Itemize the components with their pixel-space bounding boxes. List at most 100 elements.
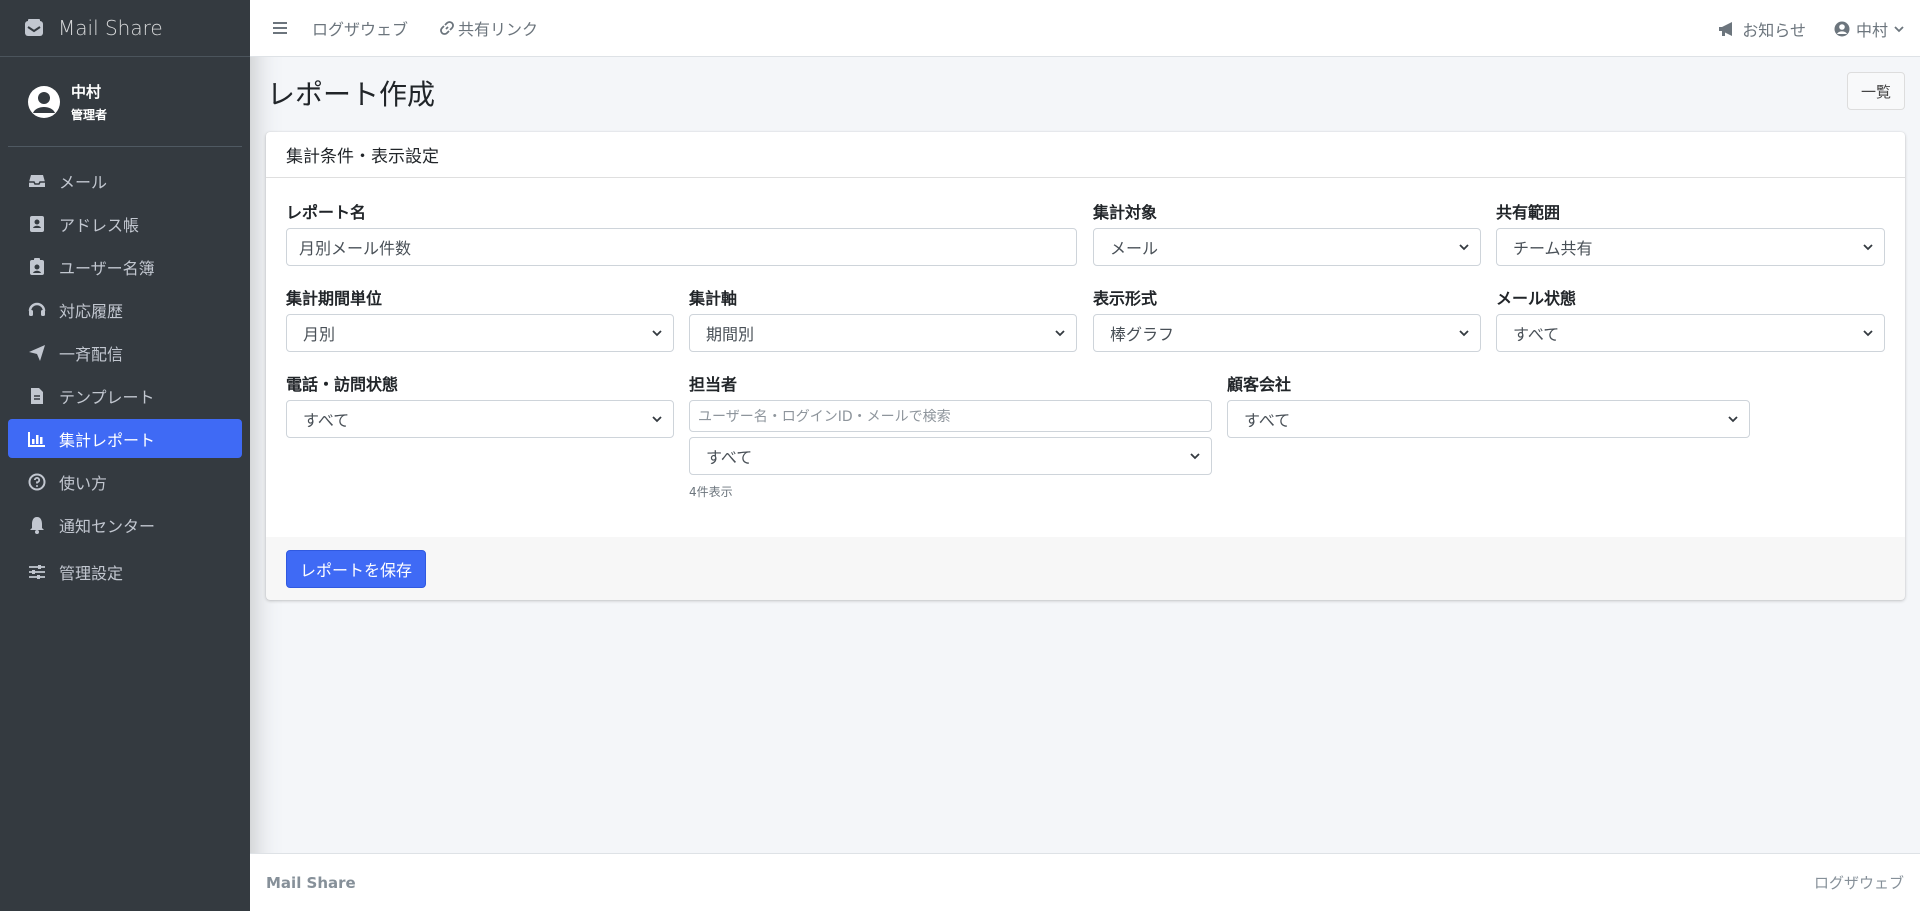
page-footer: Mail Share ログザウェブ — [250, 853, 1920, 911]
list-button[interactable]: 一覧 — [1846, 72, 1905, 110]
sidebar-item-label: ユーザー名簿 — [59, 258, 155, 278]
footer-company-link[interactable]: ログザウェブ — [1814, 872, 1904, 893]
field-report-name: レポート名 月別メール件数 — [286, 199, 1077, 266]
sidebar-item-label: 通知センター — [59, 516, 156, 536]
user-menu[interactable]: 中村 — [1834, 17, 1904, 41]
sidebar-item-user-directory[interactable]: ユーザー名簿 — [8, 247, 242, 286]
inbox-icon — [27, 171, 47, 191]
save-report-button[interactable]: レポートを保存 — [286, 550, 427, 588]
notice-link[interactable]: お知らせ — [1718, 17, 1806, 41]
top-link-logzaweb[interactable]: ログザウェブ — [312, 16, 408, 40]
field-label: 顧客会社 — [1227, 375, 1292, 394]
sidebar-item-broadcast[interactable]: 一斉配信 — [8, 333, 242, 372]
menu-toggle-icon[interactable] — [270, 18, 290, 38]
sliders-icon — [27, 562, 47, 582]
id-badge-icon — [27, 257, 47, 277]
top-link-label: 共有リンク — [458, 20, 539, 39]
chevron-down-icon — [1863, 244, 1873, 251]
field-label: 集計期間単位 — [286, 289, 383, 308]
select-value: すべて — [1244, 411, 1291, 430]
select-value: 月別 — [303, 325, 336, 344]
sidebar-item-notification-center[interactable]: 通知センター — [8, 505, 242, 544]
chevron-down-icon — [1055, 330, 1065, 337]
field-display-format: 表示形式 棒グラフ — [1093, 285, 1481, 352]
field-label: 集計対象 — [1093, 203, 1158, 222]
chevron-down-icon — [1863, 330, 1873, 337]
top-link-shared-links[interactable]: 共有リンク — [440, 16, 538, 40]
sidebar-item-help[interactable]: 使い方 — [8, 462, 242, 501]
chevron-down-icon — [1728, 416, 1738, 423]
question-circle-icon — [27, 472, 47, 492]
sidebar-item-label: アドレス帳 — [59, 215, 140, 235]
select-value: メール — [1110, 239, 1159, 258]
user-name: 中村 — [71, 82, 102, 101]
period-unit-select[interactable]: 月別 — [286, 314, 674, 352]
sidebar-nav: メール アドレス帳 ユーザー名簿 対応履歴 一斉配信 テンプレート 集計レポート — [0, 147, 250, 591]
top-link-label: ログザウェブ — [312, 20, 409, 39]
sidebar-item-label: 一斉配信 — [59, 344, 124, 364]
display-format-select[interactable]: 棒グラフ — [1093, 314, 1481, 352]
sidebar-item-label: 使い方 — [59, 473, 108, 493]
address-book-icon — [27, 214, 47, 234]
field-label: 集計軸 — [689, 289, 738, 308]
sidebar-item-label: 対応履歴 — [59, 301, 124, 321]
user-panel: 中村 管理者 — [8, 57, 242, 147]
share-scope-select[interactable]: チーム共有 — [1496, 228, 1885, 266]
chevron-down-icon — [1894, 25, 1904, 33]
assignee-search-input[interactable]: ユーザー名・ログインID・メールで検索 — [689, 400, 1212, 432]
sidebar-item-history[interactable]: 対応履歴 — [8, 290, 242, 329]
notice-label: お知らせ — [1742, 20, 1806, 40]
axis-select[interactable]: 期間別 — [689, 314, 1077, 352]
field-share-scope: 共有範囲 チーム共有 — [1496, 199, 1885, 266]
target-select[interactable]: メール — [1093, 228, 1481, 266]
sidebar-item-templates[interactable]: テンプレート — [8, 376, 242, 415]
assignee-select[interactable]: すべて — [689, 437, 1212, 475]
bell-icon — [27, 515, 47, 535]
select-value: 期間別 — [706, 325, 755, 344]
select-value: すべて — [706, 448, 753, 467]
sidebar-item-admin-settings[interactable]: 管理設定 — [8, 552, 242, 591]
field-call-visit-status: 電話・訪問状態 すべて — [286, 371, 674, 438]
sidebar-item-label: 集計レポート — [59, 430, 156, 450]
field-customer-company: 顧客会社 すべて — [1227, 371, 1750, 438]
sidebar-item-label: メール — [59, 172, 108, 192]
user-role: 管理者 — [71, 107, 108, 122]
field-label: 共有範囲 — [1496, 203, 1561, 222]
call-visit-status-select[interactable]: すべて — [286, 400, 674, 438]
field-label: 電話・訪問状態 — [286, 375, 399, 394]
field-mail-status: メール状態 すべて — [1496, 285, 1885, 352]
top-navbar: ログザウェブ 共有リンク お知らせ 中村 — [250, 0, 1920, 57]
file-text-icon — [27, 386, 47, 406]
mail-bulk-icon — [22, 16, 46, 40]
select-value: すべて — [303, 411, 350, 430]
link-icon — [440, 21, 454, 35]
card-footer: レポートを保存 — [266, 537, 1905, 600]
assignee-count-hint: 4件表示 — [689, 485, 733, 499]
field-label: メール状態 — [1496, 289, 1577, 308]
select-value: 棒グラフ — [1110, 325, 1175, 344]
top-right-menu: お知らせ 中村 — [1690, 0, 1904, 57]
chevron-down-icon — [1459, 244, 1469, 251]
field-axis: 集計軸 期間別 — [689, 285, 1077, 352]
mail-status-select[interactable]: すべて — [1496, 314, 1885, 352]
report-name-input[interactable]: 月別メール件数 — [286, 228, 1077, 266]
customer-company-select[interactable]: すべて — [1227, 400, 1750, 438]
footer-brand: Mail Share — [266, 873, 356, 892]
sidebar-item-mail[interactable]: メール — [8, 161, 242, 200]
card-header: 集計条件・表示設定 — [266, 132, 1905, 178]
paper-plane-icon — [27, 343, 47, 363]
chevron-down-icon — [1459, 330, 1469, 337]
brand-link[interactable]: Mail Share — [0, 0, 250, 57]
user-circle-icon — [1834, 21, 1850, 37]
sidebar-item-label: テンプレート — [59, 387, 155, 407]
sidebar: Mail Share 中村 管理者 メール アドレス帳 ユーザー名簿 対応履歴 — [0, 0, 250, 911]
headset-icon — [27, 300, 47, 320]
sidebar-item-label: 管理設定 — [59, 563, 124, 583]
sidebar-item-reports[interactable]: 集計レポート — [8, 419, 242, 458]
field-period-unit: 集計期間単位 月別 — [286, 285, 674, 352]
sidebar-item-address-book[interactable]: アドレス帳 — [8, 204, 242, 243]
field-label: 担当者 — [689, 375, 738, 394]
user-circle-icon — [27, 85, 61, 119]
chevron-down-icon — [652, 416, 662, 423]
select-value: すべて — [1513, 325, 1560, 344]
